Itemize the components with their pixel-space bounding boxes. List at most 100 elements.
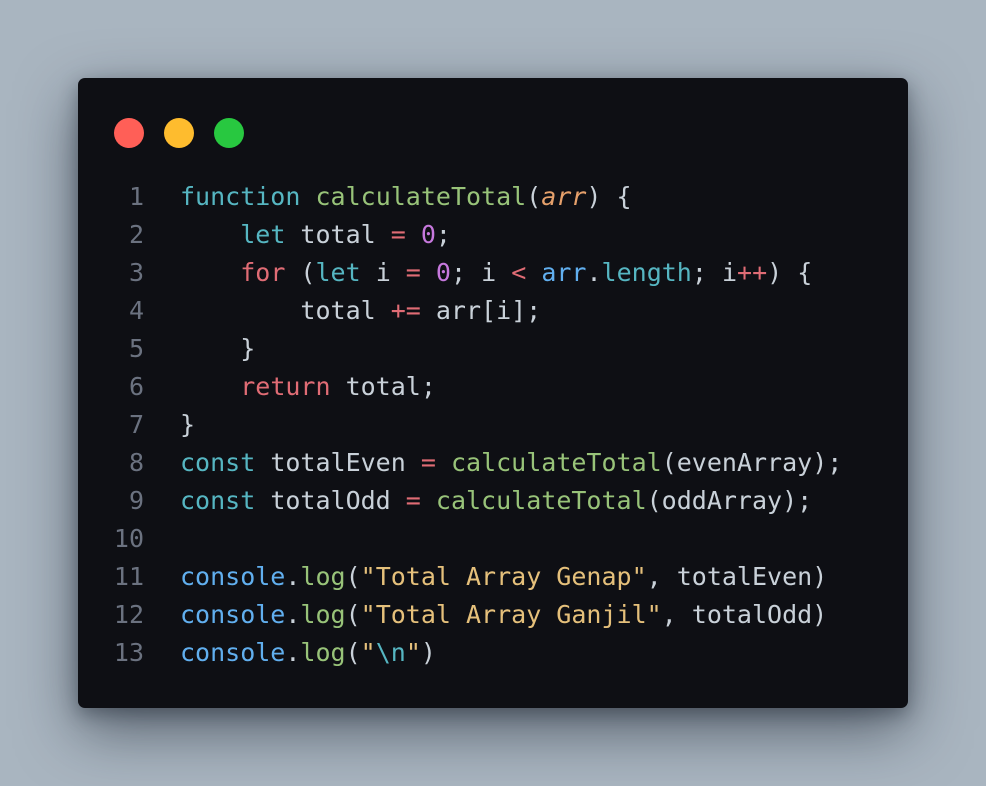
code-token: , totalOdd) <box>661 600 828 629</box>
code-token: += <box>390 296 421 325</box>
code-line: 12 console.log("Total Array Ganjil", tota… <box>78 596 908 634</box>
code-token: ; <box>435 220 451 249</box>
code-token: console <box>180 600 286 629</box>
code-token: for <box>240 258 286 287</box>
line-number: 3 <box>128 258 144 287</box>
line-source: console.log("Total Array Ganjil", totalO… <box>180 596 827 634</box>
code-block: 1 function calculateTotal(arr) {2 let tot… <box>78 178 908 672</box>
code-token: log <box>300 638 346 667</box>
minimize-dot-icon[interactable] <box>164 118 194 148</box>
code-window: 1 function calculateTotal(arr) {2 let tot… <box>78 78 908 708</box>
code-token: arr <box>541 258 587 287</box>
line-source: total += arr[i]; <box>180 292 541 330</box>
line-number: 2 <box>128 220 144 249</box>
close-dot-icon[interactable] <box>114 118 144 148</box>
code-token: (evenArray); <box>661 448 843 477</box>
code-token: , totalEven) <box>646 562 828 591</box>
line-source: return total; <box>180 368 436 406</box>
code-token: calculateTotal <box>315 182 527 211</box>
code-token: ( <box>345 600 361 629</box>
line-number: 12 <box>113 600 144 629</box>
code-token: ( <box>345 638 361 667</box>
code-token: ) <box>420 638 436 667</box>
line-number: 9 <box>128 486 144 515</box>
code-token: totalOdd <box>255 486 406 515</box>
code-token: total <box>285 220 391 249</box>
line-number: 8 <box>128 448 144 477</box>
line-number: 1 <box>128 182 144 211</box>
line-source: const totalEven = calculateTotal(evenArr… <box>180 444 842 482</box>
code-line: 1 function calculateTotal(arr) { <box>78 178 908 216</box>
code-token: arr[i]; <box>420 296 542 325</box>
code-token: < <box>511 258 527 287</box>
code-token: const <box>180 448 256 477</box>
code-token: function <box>180 182 301 211</box>
code-token: " <box>360 638 376 667</box>
code-token: arr <box>541 182 587 211</box>
code-token: calculateTotal <box>450 448 662 477</box>
code-line: 11 console.log("Total Array Genap", total… <box>78 558 908 596</box>
code-line: 9 const totalOdd = calculateTotal(oddArra… <box>78 482 908 520</box>
code-token: (oddArray); <box>646 486 813 515</box>
code-token: = <box>405 486 421 515</box>
code-token: length <box>601 258 692 287</box>
code-token: ( <box>345 562 361 591</box>
code-token: } <box>180 410 196 439</box>
code-token: . <box>586 258 602 287</box>
code-token: total; <box>330 372 436 401</box>
line-source: } <box>180 330 255 368</box>
code-line: 2 let total = 0; <box>78 216 908 254</box>
code-token: ( <box>285 258 316 287</box>
code-token: totalEven <box>255 448 421 477</box>
code-line: 8 const totalEven = calculateTotal(evenAr… <box>78 444 908 482</box>
code-token: . <box>285 600 301 629</box>
code-token: " <box>405 638 421 667</box>
code-token: = <box>390 220 406 249</box>
code-token: let <box>240 220 286 249</box>
code-line: 10 <box>78 520 908 558</box>
line-number: 4 <box>128 296 144 325</box>
code-token: 0 <box>435 258 451 287</box>
code-token: console <box>180 562 286 591</box>
code-token: = <box>405 258 421 287</box>
line-source: console.log("Total Array Genap", totalEv… <box>180 558 827 596</box>
maximize-dot-icon[interactable] <box>214 118 244 148</box>
code-token: ( <box>526 182 542 211</box>
code-token: calculateTotal <box>435 486 647 515</box>
code-token: ++ <box>737 258 768 287</box>
code-token: total <box>180 296 391 325</box>
line-number: 11 <box>113 562 144 591</box>
code-token: log <box>300 600 346 629</box>
code-line: 6 return total; <box>78 368 908 406</box>
code-line: 5 } <box>78 330 908 368</box>
line-number: 7 <box>128 410 144 439</box>
code-token: 0 <box>420 220 436 249</box>
code-token: i <box>360 258 406 287</box>
line-number: 13 <box>113 638 144 667</box>
code-token: console <box>180 638 286 667</box>
code-token: log <box>300 562 346 591</box>
code-token: \n <box>375 638 406 667</box>
line-source: console.log("\n") <box>180 634 436 672</box>
line-source: function calculateTotal(arr) { <box>180 178 632 216</box>
code-token: } <box>180 334 256 363</box>
code-line: 13 console.log("\n") <box>78 634 908 672</box>
code-line: 4 total += arr[i]; <box>78 292 908 330</box>
line-number: 10 <box>113 524 144 553</box>
code-token: = <box>420 448 436 477</box>
line-source: let total = 0; <box>180 216 451 254</box>
code-line: 7} <box>78 406 908 444</box>
code-token: "Total Array Ganjil" <box>360 600 662 629</box>
code-token: ; i <box>450 258 512 287</box>
line-source: const totalOdd = calculateTotal(oddArray… <box>180 482 812 520</box>
line-source: } <box>180 406 195 444</box>
code-token: . <box>285 562 301 591</box>
